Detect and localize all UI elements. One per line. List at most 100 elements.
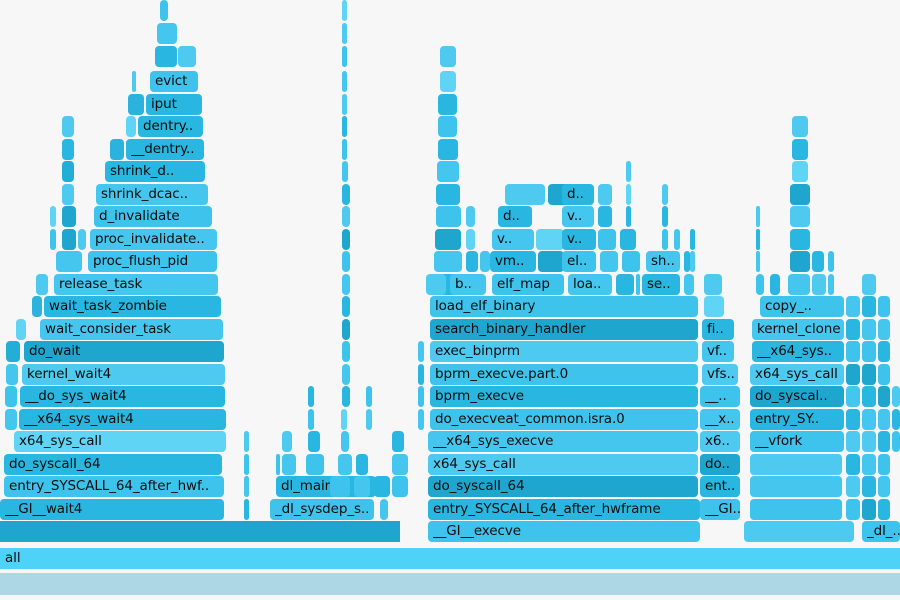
flame-frame[interactable]: x64_sys_call <box>750 364 844 385</box>
flame-frame[interactable]: fi.. <box>702 319 734 340</box>
flame-frame-narrow[interactable] <box>62 139 74 160</box>
flame-frame-narrow[interactable] <box>366 409 372 430</box>
flame-frame-narrow[interactable] <box>418 364 424 385</box>
flame-frame-narrow[interactable] <box>862 454 876 475</box>
flame-frame-narrow[interactable] <box>330 476 350 497</box>
flame-frame[interactable]: entry_SYSCALL_64_after_hwf.. <box>4 476 224 497</box>
flame-frame-narrow[interactable] <box>342 0 347 21</box>
flame-frame-narrow[interactable] <box>32 296 42 317</box>
root-frame-bar[interactable] <box>0 521 400 542</box>
flame-frame[interactable]: __x64_sys_execve <box>428 431 698 452</box>
flame-frame-narrow[interactable] <box>690 229 695 250</box>
flame-frame-narrow[interactable] <box>878 386 890 407</box>
flame-frame[interactable]: __do_sys_wait4 <box>20 386 225 407</box>
flame-frame-narrow[interactable] <box>36 274 48 295</box>
flame-frame-narrow[interactable] <box>380 499 388 520</box>
flame-frame-narrow[interactable] <box>308 386 314 407</box>
flame-frame-narrow[interactable] <box>342 296 350 317</box>
flame-frame-narrow[interactable] <box>436 184 460 205</box>
flame-frame-narrow[interactable] <box>438 116 457 137</box>
flame-frame-narrow[interactable] <box>244 476 249 497</box>
flame-frame-narrow[interactable] <box>62 161 74 182</box>
flame-frame-narrow[interactable] <box>437 161 459 182</box>
flame-frame[interactable]: __GI__wait4 <box>0 499 224 520</box>
flame-frame[interactable]: load_elf_binary <box>430 296 698 317</box>
flame-frame-narrow[interactable] <box>392 431 404 452</box>
flame-frame[interactable]: __x.. <box>700 409 740 430</box>
flame-frame-narrow[interactable] <box>878 454 890 475</box>
flame-frame-narrow[interactable] <box>626 206 631 227</box>
flame-frame-narrow[interactable] <box>828 274 834 295</box>
flame-frame-narrow[interactable] <box>338 454 352 475</box>
flame-frame-narrow[interactable] <box>128 94 144 115</box>
flame-frame-narrow[interactable] <box>392 454 408 475</box>
flame-frame[interactable]: entry_SYSCALL_64_after_hwframe <box>428 499 700 520</box>
flame-frame[interactable]: release_task <box>54 274 218 295</box>
flame-frame-narrow[interactable] <box>62 206 76 227</box>
flame-frame-narrow[interactable] <box>342 161 348 182</box>
flame-frame-narrow[interactable] <box>756 251 760 272</box>
flame-frame-narrow[interactable] <box>342 139 347 160</box>
flame-frame-narrow[interactable] <box>466 251 478 272</box>
flame-frame-narrow[interactable] <box>792 161 808 182</box>
flame-frame-narrow[interactable] <box>342 206 350 227</box>
flame-frame-narrow[interactable] <box>505 184 545 205</box>
flame-frame[interactable]: d_invalidate <box>94 206 212 227</box>
flame-frame-narrow[interactable] <box>341 409 347 430</box>
flame-frame-narrow[interactable] <box>50 229 56 250</box>
flame-frame-narrow[interactable] <box>846 431 860 452</box>
flame-frame-narrow[interactable] <box>862 319 876 340</box>
flame-frame[interactable]: __GI__execve <box>428 521 700 542</box>
flame-frame[interactable]: bprm_execve.part.0 <box>430 364 698 385</box>
flame-frame[interactable]: __vfork <box>750 431 844 452</box>
flame-frame-narrow[interactable] <box>598 184 612 205</box>
flame-frame[interactable]: x64_sys_call <box>428 454 698 475</box>
flame-frame-narrow[interactable] <box>342 251 350 272</box>
flame-frame[interactable]: wait_consider_task <box>40 319 223 340</box>
flame-frame-narrow[interactable] <box>5 386 17 407</box>
flame-frame-narrow[interactable] <box>790 251 810 272</box>
flame-frame-narrow[interactable] <box>366 386 372 407</box>
flame-frame-narrow[interactable] <box>50 206 56 227</box>
flame-frame-narrow[interactable] <box>62 116 74 137</box>
flame-frame[interactable]: d.. <box>498 206 532 227</box>
flame-frame[interactable]: el.. <box>562 251 596 272</box>
flame-frame-narrow[interactable] <box>440 46 456 67</box>
flame-frame-narrow[interactable] <box>342 94 347 115</box>
flame-frame-narrow[interactable] <box>878 476 890 497</box>
flame-frame-narrow[interactable] <box>392 476 408 497</box>
flame-frame-narrow[interactable] <box>862 386 876 407</box>
flame-frame-narrow[interactable] <box>598 229 616 250</box>
flame-frame-narrow[interactable] <box>354 476 370 497</box>
flame-frame-narrow[interactable] <box>750 454 842 475</box>
flame-frame-narrow[interactable] <box>342 274 350 295</box>
flame-frame-narrow[interactable] <box>846 499 860 520</box>
flame-frame-narrow[interactable] <box>892 409 900 430</box>
flame-frame[interactable]: d.. <box>562 184 594 205</box>
flame-frame[interactable]: v.. <box>562 206 594 227</box>
flame-frame-narrow[interactable] <box>662 229 668 250</box>
flame-frame-narrow[interactable] <box>434 251 462 272</box>
flame-frame[interactable]: sh.. <box>646 251 680 272</box>
flame-frame-narrow[interactable] <box>342 319 350 340</box>
flame-frame-narrow[interactable] <box>812 251 824 272</box>
flame-frame-narrow[interactable] <box>342 116 347 137</box>
flame-frame-narrow[interactable] <box>5 409 17 430</box>
flame-frame[interactable]: v.. <box>492 229 534 250</box>
flame-frame-narrow[interactable] <box>538 251 564 272</box>
flame-frame-narrow[interactable] <box>308 431 320 452</box>
flame-frame-narrow[interactable] <box>6 364 18 385</box>
flame-frame[interactable]: proc_flush_pid <box>88 251 217 272</box>
flame-frame[interactable]: elf_map <box>492 274 564 295</box>
flame-frame-narrow[interactable] <box>846 454 860 475</box>
flame-frame-narrow[interactable] <box>78 229 86 250</box>
flame-frame-narrow[interactable] <box>892 431 900 452</box>
flame-frame-narrow[interactable] <box>626 184 631 205</box>
flame-frame-narrow[interactable] <box>862 364 876 385</box>
flame-frame-narrow[interactable] <box>342 341 350 362</box>
flame-frame-narrow[interactable] <box>342 46 347 67</box>
flame-frame-narrow[interactable] <box>160 0 168 21</box>
flame-frame-narrow[interactable] <box>418 386 424 407</box>
flame-frame-narrow[interactable] <box>790 206 810 227</box>
flame-frame-narrow[interactable] <box>6 341 20 362</box>
